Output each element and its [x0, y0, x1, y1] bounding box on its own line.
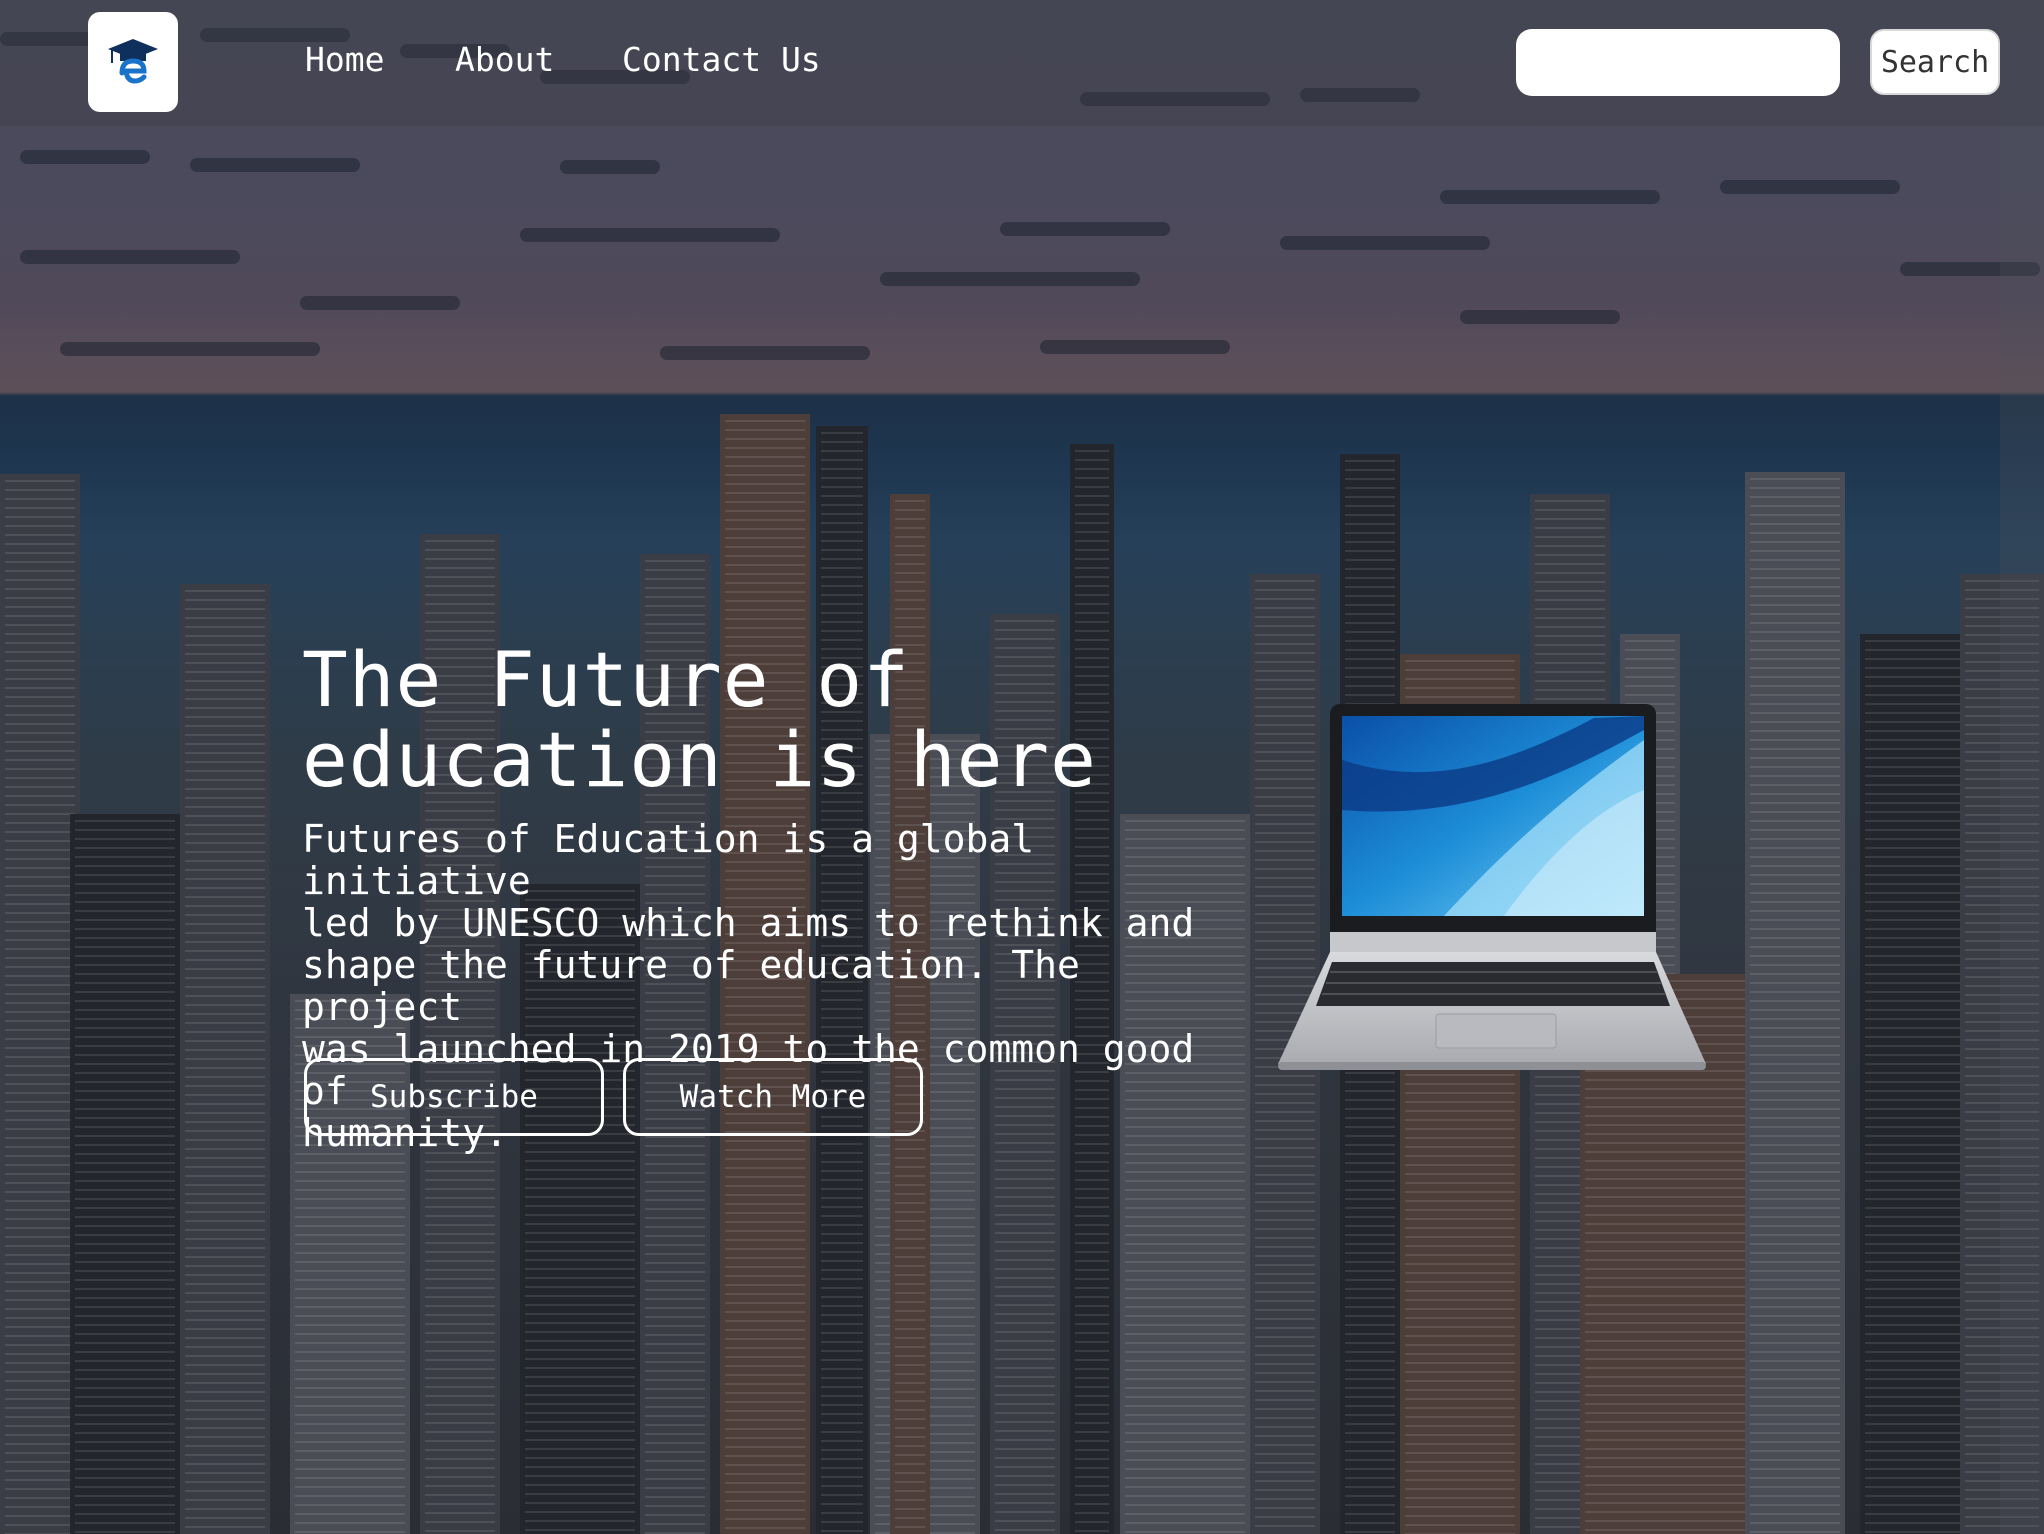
search-input[interactable]: [1516, 29, 1840, 96]
nav-link-about[interactable]: About: [455, 40, 554, 79]
hero-title-line-1: The Future of: [302, 635, 910, 724]
hero-title: The Future of education is here: [302, 640, 1202, 800]
nav-link-home[interactable]: Home: [305, 40, 384, 79]
site-logo[interactable]: [88, 12, 178, 112]
subscribe-button[interactable]: Subscribe: [304, 1058, 604, 1136]
hero-description-line: led by UNESCO which aims to rethink and: [302, 901, 1195, 945]
hero-description-line: Futures of Education is a global initiat…: [302, 817, 1035, 903]
hero-title-line-2: education is here: [302, 715, 1097, 804]
watch-more-button[interactable]: Watch More: [623, 1058, 923, 1136]
nav-link-contact-us[interactable]: Contact Us: [622, 40, 821, 79]
hero-description-line: shape the future of education. The proje…: [302, 943, 1080, 1029]
search-button[interactable]: Search: [1870, 29, 2000, 95]
graduation-cap-e-icon: [108, 39, 158, 84]
top-navbar: Home About Contact Us Search: [0, 0, 2044, 126]
laptop-image: [1278, 704, 1706, 1070]
